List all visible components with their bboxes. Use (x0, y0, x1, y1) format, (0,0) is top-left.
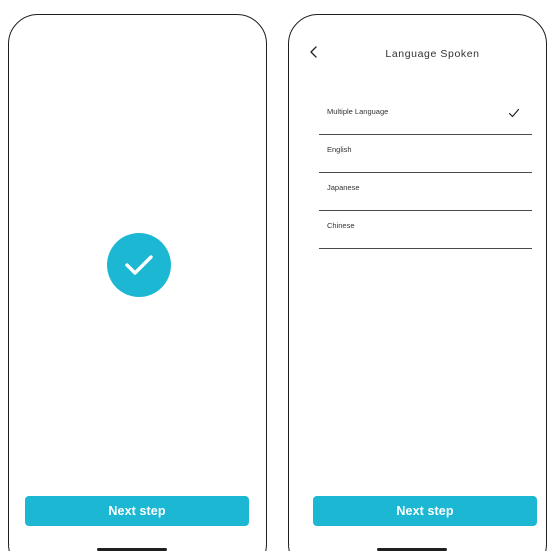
page-title: Language Spoken (385, 48, 480, 60)
language-list: Multiple Language English Japanese Chine… (319, 97, 532, 249)
language-option-label: Multiple Language (327, 107, 389, 116)
phone-frame-language: Language Spoken Multiple Language Englis… (288, 14, 547, 551)
phone-frame-success: Next step (8, 14, 267, 551)
next-step-button[interactable]: Next step (313, 496, 537, 526)
language-option-multiple[interactable]: Multiple Language (319, 97, 532, 135)
check-icon (125, 255, 153, 275)
language-option-english[interactable]: English (319, 135, 532, 173)
language-option-japanese[interactable]: Japanese (319, 173, 532, 211)
screens-canvas: Next step Language Spoken Multiple Langu… (0, 0, 552, 551)
language-option-label: Chinese (327, 221, 355, 230)
next-step-button[interactable]: Next step (25, 496, 249, 526)
language-option-chinese[interactable]: Chinese (319, 211, 532, 249)
checkmark-icon (508, 108, 520, 118)
language-option-label: English (327, 145, 352, 154)
chevron-left-icon[interactable] (307, 45, 321, 59)
language-option-label: Japanese (327, 183, 360, 192)
success-check-circle-icon (107, 233, 171, 297)
